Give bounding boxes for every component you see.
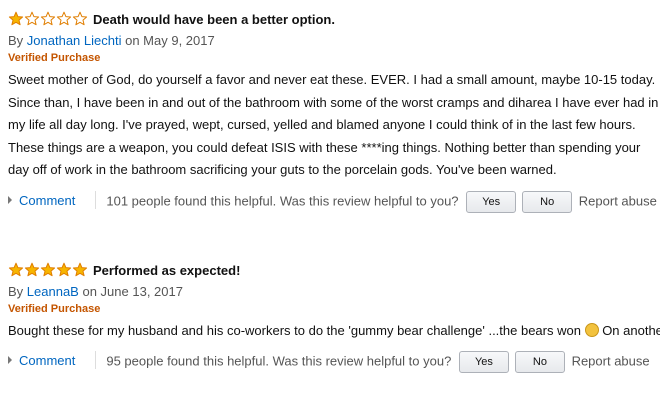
- report-abuse-link[interactable]: Report abuse: [572, 353, 650, 368]
- helpful-no-button[interactable]: No: [522, 190, 573, 213]
- review-header: Performed as expected!: [8, 259, 660, 281]
- star-filled-icon: [40, 262, 56, 277]
- helpful-yes-button[interactable]: Yes: [458, 350, 509, 373]
- review-actions: Comment 101 people found this helpful. Wa…: [8, 190, 660, 213]
- star-rating[interactable]: [8, 11, 88, 27]
- review-date: on May 9, 2017: [125, 33, 215, 48]
- author-link[interactable]: Jonathan Liechti: [27, 33, 122, 48]
- star-empty-icon: [24, 11, 40, 26]
- star-filled-icon: [8, 262, 24, 277]
- verified-purchase-badge: Verified Purchase: [8, 52, 101, 64]
- divider: [95, 350, 97, 369]
- comment-link[interactable]: Comment: [8, 353, 75, 368]
- by-label: By: [8, 284, 24, 299]
- comment-link[interactable]: Comment: [8, 193, 75, 208]
- review-byline: By Jonathan Liechti on May 9, 2017: [8, 31, 660, 50]
- helpful-text: 95 people found this helpful. Was this r…: [106, 352, 452, 368]
- helpful-yes-button[interactable]: Yes: [466, 190, 517, 213]
- star-empty-icon: [40, 11, 56, 26]
- review-body: Bought these for my husband and his co-w…: [8, 320, 660, 343]
- star-filled-icon: [72, 262, 88, 277]
- comment-label: Comment: [19, 192, 76, 208]
- star-filled-icon: [8, 11, 24, 26]
- helpful-no-button[interactable]: No: [514, 350, 565, 373]
- star-empty-icon: [56, 11, 72, 26]
- review-title[interactable]: Performed as expected!: [93, 263, 240, 278]
- star-filled-icon: [24, 262, 40, 277]
- star-empty-icon: [72, 11, 88, 26]
- star-filled-icon: [56, 262, 72, 277]
- helpful-text: 101 people found this helpful. Was this …: [106, 192, 459, 208]
- review-body-text-continued: On another note, they are tasty and if y…: [602, 323, 660, 338]
- expand-triangle-icon: [8, 195, 12, 204]
- review-header: Death would have been a better option.: [8, 8, 660, 30]
- comment-label: Comment: [19, 352, 76, 368]
- review-2: Performed as expected! By LeannaB on Jun…: [8, 259, 660, 373]
- review-actions: Comment 95 people found this helpful. Was…: [8, 350, 660, 373]
- review-body-text: Bought these for my husband and his co-w…: [8, 323, 581, 338]
- verified-purchase-badge: Verified Purchase: [8, 303, 101, 315]
- expand-triangle-icon: [8, 355, 12, 364]
- author-link[interactable]: LeannaB: [27, 284, 79, 299]
- review-title[interactable]: Death would have been a better option.: [93, 12, 335, 27]
- grinning-emoji-icon: [584, 323, 599, 337]
- star-rating[interactable]: [8, 262, 88, 278]
- review-byline: By LeannaB on June 13, 2017: [8, 282, 660, 301]
- review-body: Sweet mother of God, do yourself a favor…: [8, 72, 659, 177]
- review-date: on June 13, 2017: [82, 284, 183, 299]
- report-abuse-link[interactable]: Report abuse: [579, 193, 657, 208]
- divider: [95, 190, 97, 209]
- by-label: By: [8, 33, 24, 48]
- review-1: Death would have been a better option. B…: [8, 8, 660, 213]
